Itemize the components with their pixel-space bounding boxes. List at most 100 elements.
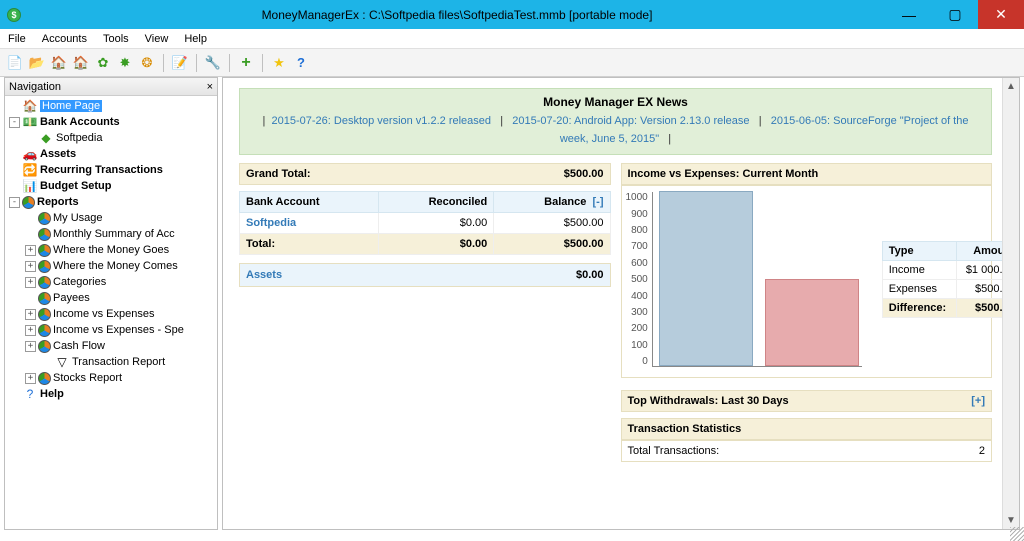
expand-icon[interactable]: + (25, 309, 36, 320)
pie-icon (38, 212, 51, 225)
nav-budget[interactable]: 📊Budget Setup (9, 178, 217, 194)
expand-icon[interactable]: + (25, 325, 36, 336)
scroll-up-icon[interactable]: ▲ (1003, 78, 1019, 95)
menu-tools[interactable]: Tools (101, 31, 131, 47)
total-row: Total: $0.00 $500.00 (240, 234, 611, 255)
app-icon: $ (0, 0, 28, 29)
pie-icon (38, 228, 51, 241)
pie-icon (38, 324, 51, 337)
assets-icon: 🚗 (22, 147, 38, 161)
pie-icon (38, 260, 51, 273)
stats-label: Total Transactions: (628, 445, 720, 457)
collapse-toggle[interactable]: [-] (593, 196, 604, 208)
navigation-close-icon[interactable]: × (207, 81, 213, 93)
stats-row: Total Transactions: 2 (621, 440, 993, 462)
news-link-1[interactable]: 2015-07-26: Desktop version v1.2.2 relea… (272, 115, 492, 127)
menu-help[interactable]: Help (182, 31, 209, 47)
open-file-icon[interactable]: 📂 (28, 54, 46, 72)
chart-panel: 10009008007006005004003002001000 TypeAmo… (621, 185, 993, 378)
nav-recurring[interactable]: 🔁Recurring Transactions (9, 162, 217, 178)
resize-grip[interactable] (1010, 527, 1024, 541)
col-balance: Balance [-] (494, 192, 610, 213)
payee-icon[interactable]: ✸ (116, 54, 134, 72)
expand-icon[interactable]: + (25, 261, 36, 272)
close-button[interactable]: ✕ (978, 0, 1024, 29)
expand-icon[interactable]: + (25, 373, 36, 384)
legend-diff-amount: $500.00 (956, 299, 1002, 318)
home-alt-icon[interactable]: 🏠 (72, 54, 90, 72)
nav-home[interactable]: 🏠Home Page (9, 98, 217, 114)
withdrawals-expand[interactable]: [+] (971, 395, 985, 407)
assets-amount: $0.00 (576, 269, 604, 281)
nav-report-stocks[interactable]: +Stocks Report (9, 370, 217, 386)
home-icon: 🏠 (22, 99, 38, 113)
assets-link[interactable]: Assets (246, 269, 282, 281)
col-reconciled: Reconciled (379, 192, 494, 213)
withdrawals-header: Top Withdrawals: Last 30 Days [+] (621, 390, 993, 412)
nav-assets[interactable]: 🚗Assets (9, 146, 217, 162)
vertical-scrollbar[interactable]: ▲ ▼ (1002, 78, 1019, 529)
nav-report-payees[interactable]: Payees (9, 290, 217, 306)
pie-icon (38, 276, 51, 289)
home-icon[interactable]: 🏠 (50, 54, 68, 72)
legend-income-label: Income (882, 261, 956, 280)
nav-bank-accounts[interactable]: -💵Bank Accounts (9, 114, 217, 130)
toolbar-separator (163, 54, 164, 72)
expand-icon[interactable]: + (25, 245, 36, 256)
account-link[interactable]: Softpedia (246, 217, 296, 229)
add-icon[interactable]: + (237, 54, 255, 72)
nav-report-incexp-sp[interactable]: +Income vs Expenses - Spe (9, 322, 217, 338)
nav-report-cashflow[interactable]: +Cash Flow (9, 338, 217, 354)
chart-column: Income vs Expenses: Current Month 100090… (621, 163, 993, 462)
help-icon[interactable]: ? (292, 54, 310, 72)
nav-account-softpedia[interactable]: ◆Softpedia (9, 130, 217, 146)
toolbar-separator (196, 54, 197, 72)
nav-help[interactable]: ?Help (9, 386, 217, 402)
stats-header: Transaction Statistics (621, 418, 993, 440)
navigation-tree: 🏠Home Page -💵Bank Accounts ◆Softpedia 🚗A… (5, 96, 217, 404)
chart-legend: TypeAmount Income$1 000.00 Expenses$500.… (882, 241, 1002, 318)
news-links: | 2015-07-26: Desktop version v1.2.2 rel… (248, 113, 983, 148)
filter-icon: ▽ (54, 355, 70, 369)
collapse-icon[interactable]: - (9, 117, 20, 128)
pie-icon (38, 244, 51, 257)
nav-report-incexp[interactable]: +Income vs Expenses (9, 306, 217, 322)
pie-icon (38, 308, 51, 321)
nav-report-comes[interactable]: +Where the Money Comes (9, 258, 217, 274)
settings-icon[interactable]: 🔧 (204, 54, 222, 72)
maximize-button[interactable]: ▢ (932, 0, 978, 29)
total-label: Total: (240, 234, 379, 255)
nav-reports[interactable]: -Reports (9, 194, 217, 210)
category-icon[interactable]: ✿ (94, 54, 112, 72)
nav-report-txn[interactable]: ▽Transaction Report (9, 354, 217, 370)
edit-icon[interactable]: 📝 (171, 54, 189, 72)
account-icon: ◆ (38, 131, 54, 145)
currency-icon[interactable]: ❂ (138, 54, 156, 72)
new-file-icon[interactable]: 📄 (6, 54, 24, 72)
main-content: Money Manager EX News | 2015-07-26: Desk… (222, 77, 1020, 530)
news-heading: Money Manager EX News (248, 95, 983, 109)
minimize-button[interactable]: — (886, 0, 932, 29)
menu-file[interactable]: File (6, 31, 28, 47)
withdrawals-title: Top Withdrawals: Last 30 Days (628, 395, 789, 407)
collapse-icon[interactable]: - (9, 197, 20, 208)
menu-view[interactable]: View (143, 31, 171, 47)
news-link-2[interactable]: 2015-07-20: Android App: Version 2.13.0 … (512, 115, 749, 127)
star-icon[interactable]: ★ (270, 54, 288, 72)
expand-icon[interactable]: + (25, 277, 36, 288)
nav-report-monthly[interactable]: Monthly Summary of Acc (9, 226, 217, 242)
expand-icon[interactable]: + (25, 341, 36, 352)
nav-report-usage[interactable]: My Usage (9, 210, 217, 226)
pie-icon (38, 292, 51, 305)
navigation-pane: Navigation × 🏠Home Page -💵Bank Accounts … (4, 77, 218, 530)
table-row[interactable]: Softpedia $0.00 $500.00 (240, 213, 611, 234)
nav-report-categories[interactable]: +Categories (9, 274, 217, 290)
cell-balance: $500.00 (494, 213, 610, 234)
assets-row[interactable]: Assets $0.00 (239, 263, 611, 287)
menu-accounts[interactable]: Accounts (40, 31, 89, 47)
grand-total-amount: $500.00 (564, 168, 604, 180)
summary-column: Grand Total: $500.00 Bank Account Reconc… (239, 163, 611, 462)
chart-yaxis: 10009008007006005004003002001000 (626, 192, 652, 367)
help-icon: ? (22, 387, 38, 401)
nav-report-goes[interactable]: +Where the Money Goes (9, 242, 217, 258)
